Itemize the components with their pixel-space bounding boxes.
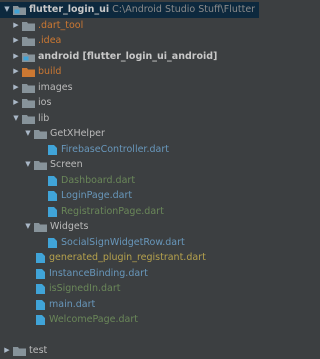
project-path: C:\Android Studio Stuff\Flutter Project\… [112,4,259,15]
tree-row-test[interactable]: ▶ test [0,343,259,359]
project-name: flutter_login_ui [29,4,110,15]
tree-row-firebase-controller[interactable]: FirebaseController.dart [0,142,259,158]
folder-label-idea: .idea [38,35,62,46]
folder-label-test: test [29,345,48,356]
file-label-welcome-page: WelcomePage.dart [49,314,138,325]
dart-file-icon [36,253,45,263]
folder-label-screen: Screen [50,159,83,170]
folder-icon [34,161,47,170]
project-tree: ▼ flutter_login_ui C:\Android Studio Stu… [0,2,259,359]
dart-file-icon [36,268,45,279]
tree-row-lib[interactable]: ▼ lib [0,111,259,127]
folder-icon [22,99,35,108]
chevron-right-icon[interactable]: ▶ [11,33,21,49]
folder-icon [22,114,35,124]
tree-row-android[interactable]: ▶ android [flutter_login_ui_android] [0,49,259,65]
chevron-down-icon[interactable]: ▼ [2,2,12,18]
file-label-generated-plugin-registrant: generated_plugin_registrant.dart [49,252,206,263]
dart-file-icon [48,191,57,201]
chevron-down-icon[interactable]: ▼ [11,111,21,127]
tree-row-build[interactable]: ▶ build [0,64,259,80]
dart-file-icon [36,315,45,325]
folder-icon [34,223,47,232]
tree-row-instance-binding[interactable]: InstanceBinding.dart [0,266,259,282]
excluded-folder-icon [22,68,35,77]
file-label-registration-page: RegistrationPage.dart [61,205,164,217]
file-label-dashboard: Dashboard.dart [61,174,136,186]
folder-label-android: android [flutter_login_ui_android] [38,50,218,62]
folder-label-widgets: Widgets [50,221,89,232]
folder-label-build: build [38,66,62,77]
chevron-right-icon[interactable]: ▶ [11,95,21,111]
dart-file-icon [36,284,45,294]
chevron-right-icon[interactable]: ▶ [11,49,21,65]
folder-icon [34,130,47,139]
chevron-down-icon[interactable]: ▼ [23,126,33,142]
chevron-down-icon[interactable]: ▼ [23,157,33,173]
folder-label-dart-tool: .dart_tool [38,19,84,31]
file-label-instance-binding: InstanceBinding.dart [49,267,148,279]
tree-row-login-page[interactable]: LoginPage.dart [0,188,259,204]
folder-label-getxhelper: GetXHelper [50,128,105,139]
tree-row-getxhelper[interactable]: ▼ GetXHelper [0,126,259,142]
folder-icon [13,347,26,356]
tree-row-dart-tool[interactable]: ▶ .dart_tool [0,18,259,34]
dart-file-icon [36,299,45,310]
tree-row-dashboard[interactable]: Dashboard.dart [0,173,259,189]
tree-row-idea[interactable]: ▶ .idea [0,33,259,49]
chevron-right-icon[interactable]: ▶ [11,64,21,80]
tree-row-spacer [0,328,259,344]
folder-label-ios: ios [38,97,52,108]
tree-row-project-root[interactable]: ▼ flutter_login_ui C:\Android Studio Stu… [0,2,259,18]
folder-label-lib: lib [38,112,50,124]
dart-file-icon [48,175,57,186]
chevron-right-icon[interactable]: ▶ [11,18,21,34]
tree-row-screen[interactable]: ▼ Screen [0,157,259,173]
tree-row-welcome-page[interactable]: WelcomePage.dart [0,312,259,328]
file-label-social-sign-widget-row: SocialSignWidgetRow.dart [61,236,185,248]
chevron-right-icon[interactable]: ▶ [2,343,12,359]
tree-row-is-signed-in[interactable]: isSignedIn.dart [0,281,259,297]
tree-row-generated-plugin-registrant[interactable]: generated_plugin_registrant.dart [0,250,259,266]
file-label-firebase-controller: FirebaseController.dart [61,143,169,155]
dart-file-icon [48,144,57,155]
chevron-right-icon[interactable]: ▶ [11,80,21,96]
folder-icon [22,83,35,93]
tree-row-ios[interactable]: ▶ ios [0,95,259,111]
file-label-is-signed-in: isSignedIn.dart [49,283,121,294]
android-module-folder-icon [22,52,35,62]
dart-file-icon [48,206,57,217]
folder-icon [22,37,35,46]
tree-row-images[interactable]: ▶ images [0,80,259,96]
folder-icon [22,21,35,31]
file-label-main: main.dart [49,298,96,310]
tree-row-widgets[interactable]: ▼ Widgets [0,219,259,235]
tree-row-social-sign-widget-row[interactable]: SocialSignWidgetRow.dart [0,235,259,251]
tree-row-registration-page[interactable]: RegistrationPage.dart [0,204,259,220]
dart-file-icon [48,237,57,248]
tree-row-main[interactable]: main.dart [0,297,259,313]
file-label-login-page: LoginPage.dart [61,190,133,201]
module-folder-icon [13,6,26,15]
chevron-down-icon[interactable]: ▼ [23,219,33,235]
folder-label-images: images [38,81,73,93]
